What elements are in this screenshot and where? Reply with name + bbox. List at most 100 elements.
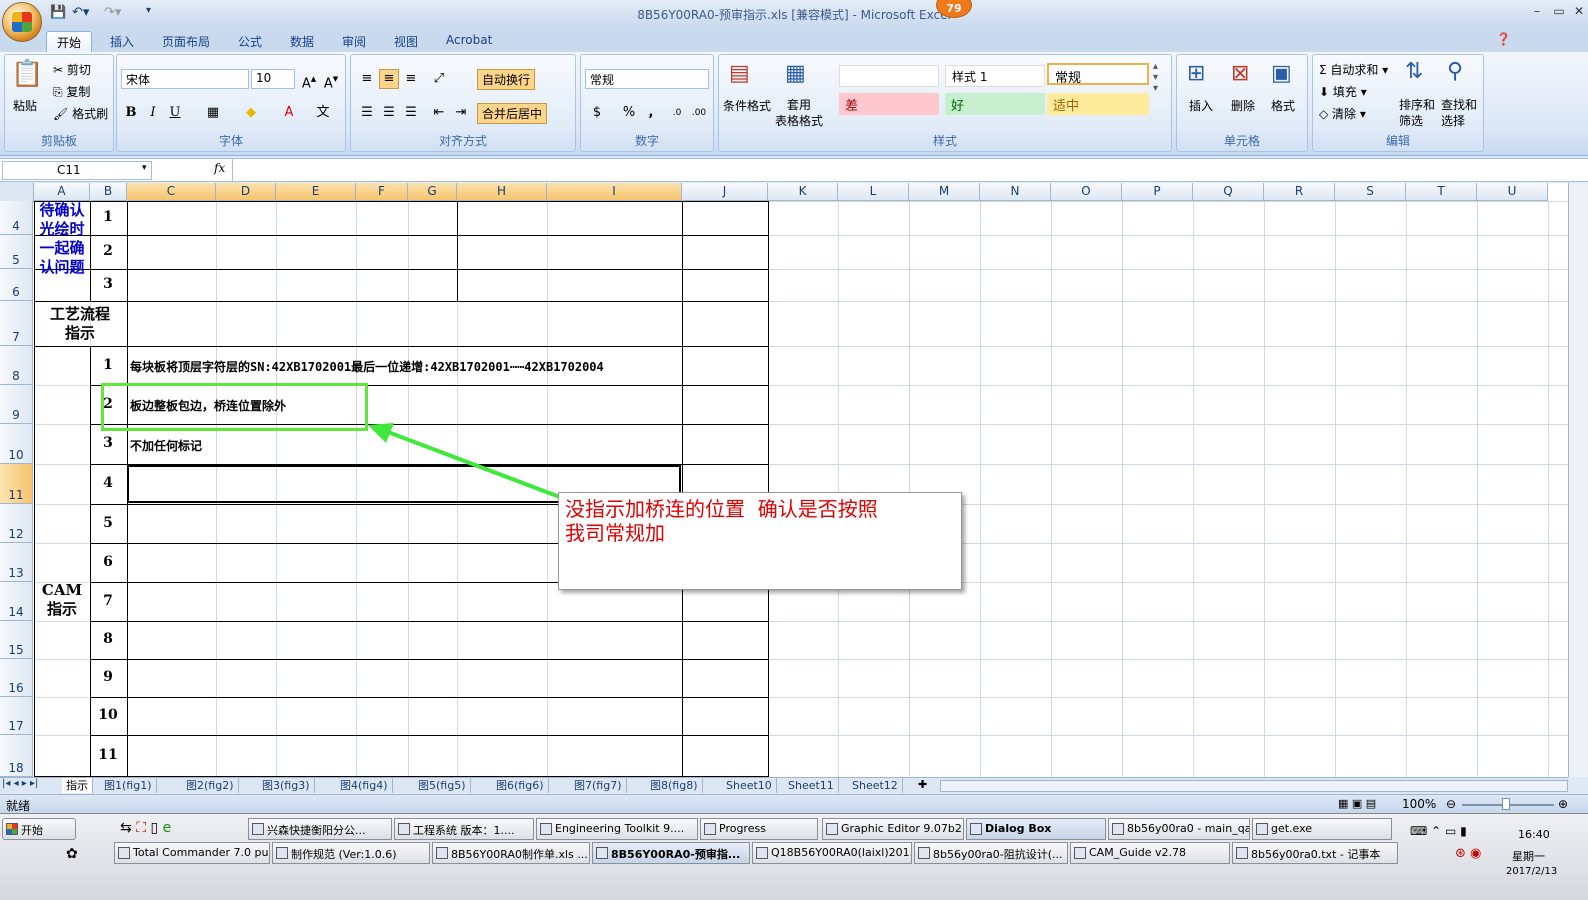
column-header-t[interactable]: T [1406,183,1477,201]
column-header-n[interactable]: N [980,183,1051,201]
cut-button[interactable]: ✂ 剪切 [53,61,91,78]
column-header-e[interactable]: E [276,183,356,201]
tab-home[interactable]: 开始 [46,31,93,52]
conditional-format-button[interactable]: 条件格式 [723,97,771,114]
taskbar-button[interactable]: 8b56y00ra0 - main_qa [1108,818,1250,840]
sheet-tab[interactable]: 图6(fig6) [492,778,549,793]
paste-button[interactable]: 粘贴 [13,97,37,114]
grow-font-icon[interactable]: A▴ [299,69,319,91]
name-box[interactable]: C11 [2,161,152,180]
view-buttons-icon[interactable]: ▦ ▣ ▤ [1338,797,1376,810]
taskbar-button[interactable]: Total Commander 7.0 pu... [114,842,270,864]
style-neutral[interactable]: 适中 [1047,93,1149,115]
row-header-15[interactable]: 15 [0,621,33,659]
sheet-tab[interactable]: 图5(fig5) [414,778,471,793]
column-header-p[interactable]: P [1122,183,1193,201]
taskbar-button[interactable]: Engineering Toolkit 9.... [536,818,698,840]
sheet-nav-icon[interactable]: |◂ ◂ ▸ ▸| [2,778,38,789]
taskbar-button[interactable]: 工程系统 版本：1.... [394,818,534,840]
column-header-i[interactable]: I [547,183,682,201]
column-header-a[interactable]: A [34,183,90,201]
column-header-r[interactable]: R [1264,183,1335,201]
style-1[interactable]: 样式 1 [945,65,1045,87]
fill-button[interactable]: ⬇ 填充 ▾ [1319,83,1367,100]
taskbar-button[interactable]: 8b56y00ra0-阻抗设计(... [914,842,1068,864]
align-center-icon[interactable]: ☰ [379,103,399,123]
sheet-tab[interactable]: Sheet12 [848,778,903,793]
vertical-scrollbar[interactable] [1568,183,1588,777]
taskbar-button[interactable]: Q18B56Y00RA0(laixl)201... [752,842,912,864]
format-as-table-button[interactable]: 套用 表格格式 [775,97,823,129]
sheet-tab[interactable]: 指示 [62,778,93,793]
phonetic-icon[interactable]: 文 [313,103,333,123]
sheet-tab[interactable]: 图4(fig4) [336,778,393,793]
help-icon[interactable]: ❓ [1496,32,1511,46]
sheet-tab[interactable]: 图8(fig8) [646,778,703,793]
align-left-icon[interactable]: ☰ [357,103,377,123]
style-good[interactable]: 好 [945,93,1045,115]
align-bottom-icon[interactable]: ≡ [401,69,421,89]
wrap-text-button[interactable]: 自动换行 [477,69,536,90]
increase-decimal-icon[interactable]: .0 [667,103,687,123]
decrease-indent-icon[interactable]: ⇤ [429,103,449,123]
comma-button[interactable]: , [641,103,661,123]
column-header-m[interactable]: M [909,183,980,201]
cam-text-1[interactable]: 每块板将顶层字符层的SN:42XB1702001最后一位递增:42XB17020… [130,358,604,375]
tray-icons-2[interactable]: ⊛ ◉ [1455,846,1481,861]
row-header-10[interactable]: 10 [0,424,33,464]
select-all-corner[interactable] [0,183,34,202]
row-header-11[interactable]: 11 [0,464,33,504]
desktop-icon[interactable]: ✿ [66,846,78,862]
font-color-icon[interactable]: A [279,103,299,123]
zoom-out-icon[interactable]: ⊖ [1446,797,1456,811]
tab-page-layout[interactable]: 页面布局 [152,31,220,52]
format-painter-button[interactable]: 🖌 格式刷 [53,105,108,122]
minimize-icon[interactable]: – [1530,4,1544,18]
sheet-tab[interactable]: Sheet11 [784,778,839,793]
worksheet-grid[interactable]: ABCDEFGHIJKLMNOPQRSTU 4 5 6 7 8 9 10 11 12 13 14 15… [0,183,1568,777]
column-header-u[interactable]: U [1477,183,1548,201]
row-header-9[interactable]: 9 [0,385,33,424]
tab-view[interactable]: 视图 [384,31,428,52]
row-header-4[interactable]: 4 [0,201,33,235]
taskbar-button[interactable]: 8B56Y00RA0-预审指... [592,842,750,864]
table-format-icon[interactable]: ▦ [785,61,806,86]
taskbar-button[interactable]: Graphic Editor 9.07b2... [822,818,964,840]
sheet-tab[interactable]: Sheet10 [722,778,777,793]
row-header-13[interactable]: 13 [0,543,33,582]
tab-insert[interactable]: 插入 [100,31,144,52]
delete-cells-icon[interactable]: ⊠ [1231,61,1249,86]
horizontal-scrollbar[interactable] [940,780,1568,792]
row-header-7[interactable]: 7 [0,301,33,346]
row-header-16[interactable]: 16 [0,659,33,697]
sheet-tab[interactable]: 图7(fig7) [570,778,627,793]
align-middle-icon[interactable]: ≡ [379,69,399,89]
formula-input[interactable] [232,159,1566,181]
taskbar-button[interactable]: CAM_Guide v2.78 [1070,842,1230,864]
column-header-o[interactable]: O [1051,183,1122,201]
zoom-level[interactable]: 100% [1402,797,1436,811]
orientation-icon[interactable]: ⤢ [429,69,449,89]
increase-indent-icon[interactable]: ⇥ [451,103,471,123]
row-header-17[interactable]: 17 [0,697,33,735]
maximize-icon[interactable]: ▭ [1552,4,1566,18]
column-header-k[interactable]: K [768,183,838,201]
tab-review[interactable]: 审阅 [332,31,376,52]
quicklaunch-icons[interactable]: ⇆ ⛶ ▯ e [120,820,171,836]
find-select-button[interactable]: 查找和 选择 [1441,97,1477,129]
column-header-g[interactable]: G [408,183,457,201]
taskbar-button[interactable]: 8B56Y00RA0制作单.xls ... [432,842,590,864]
tray-icons[interactable]: ⌨ ⌃ ▭ ▮ [1410,824,1467,838]
taskbar-button[interactable]: Progress [700,818,818,840]
taskbar-button[interactable]: Dialog Box [966,818,1106,840]
conditional-format-icon[interactable]: ▤ [729,61,750,86]
column-header-q[interactable]: Q [1193,183,1264,201]
format-cells-button[interactable]: 格式 [1271,97,1295,114]
row-header-18[interactable]: 18 [0,735,33,777]
tab-acrobat[interactable]: Acrobat [436,31,502,52]
decrease-decimal-icon[interactable]: .00 [689,103,709,123]
clear-button[interactable]: ◇ 清除 ▾ [1319,105,1366,122]
sheet-tab[interactable]: 图3(fig3) [258,778,315,793]
format-cells-icon[interactable]: ▣ [1271,61,1292,86]
copy-button[interactable]: ⎘ 复制 [53,83,90,100]
